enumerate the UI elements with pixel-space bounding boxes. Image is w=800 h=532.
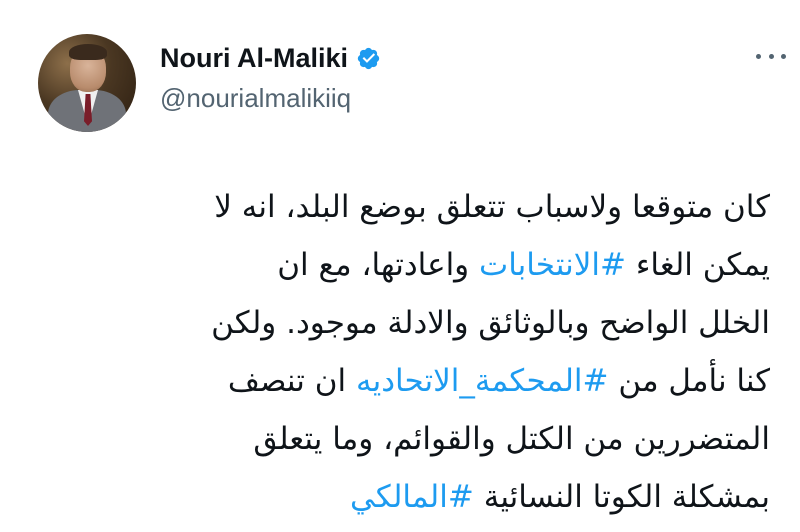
more-horizontal-icon	[756, 53, 761, 59]
tweet-text-segment: يمكن الغاء	[625, 247, 770, 283]
author-display-name[interactable]: Nouri Al-Maliki	[160, 43, 348, 74]
verified-badge-icon	[357, 47, 380, 69]
hashtag-link[interactable]: #المحكمة_الاتحاديه	[356, 363, 609, 399]
tweet-text-segment: الخلل الواضح وبالوثائق والادلة موجود. ول…	[211, 305, 770, 341]
author-name-row: Nouri Al-Maliki	[160, 40, 381, 76]
tweet-text: كان متوقعا ولاسباب تتعلق بوضع البلد، انه…	[30, 178, 770, 526]
hashtag-link[interactable]: #المالكي	[350, 479, 474, 515]
hashtag-link[interactable]: #الانتخابات	[479, 247, 626, 283]
tweet-line: المتضررين من الكتل والقوائم، وما يتعلق	[30, 410, 770, 468]
tweet-line: كنا نأمل من #المحكمة_الاتحاديه ان تنصف	[30, 352, 770, 410]
author-handle[interactable]: @nourialmalikiiq	[160, 83, 351, 114]
tweet-line: الخلل الواضح وبالوثائق والادلة موجود. ول…	[30, 294, 770, 352]
tweet-text-segment: كان متوقعا ولاسباب تتعلق بوضع البلد، انه…	[214, 189, 770, 225]
tweet-line: بمشكلة الكوتا النسائية #المالكي	[30, 468, 770, 526]
more-horizontal-icon-dot	[781, 53, 786, 59]
more-options-button[interactable]	[756, 46, 786, 66]
tweet-text-segment: كنا نأمل من	[608, 363, 770, 399]
tweet-text-segment: المتضررين من الكتل والقوائم، وما يتعلق	[253, 421, 770, 457]
tweet-line: كان متوقعا ولاسباب تتعلق بوضع البلد، انه…	[30, 178, 770, 236]
tweet-text-segment: ان تنصف	[227, 363, 356, 399]
avatar-hair	[69, 44, 107, 60]
tweet-text-segment: واعادتها، مع ان	[277, 247, 480, 283]
tweet-text-segment: بمشكلة الكوتا النسائية	[473, 479, 770, 515]
author-avatar[interactable]	[38, 34, 136, 132]
tweet-line: يمكن الغاء #الانتخابات واعادتها، مع ان	[30, 236, 770, 294]
more-horizontal-icon-dot	[768, 53, 774, 59]
